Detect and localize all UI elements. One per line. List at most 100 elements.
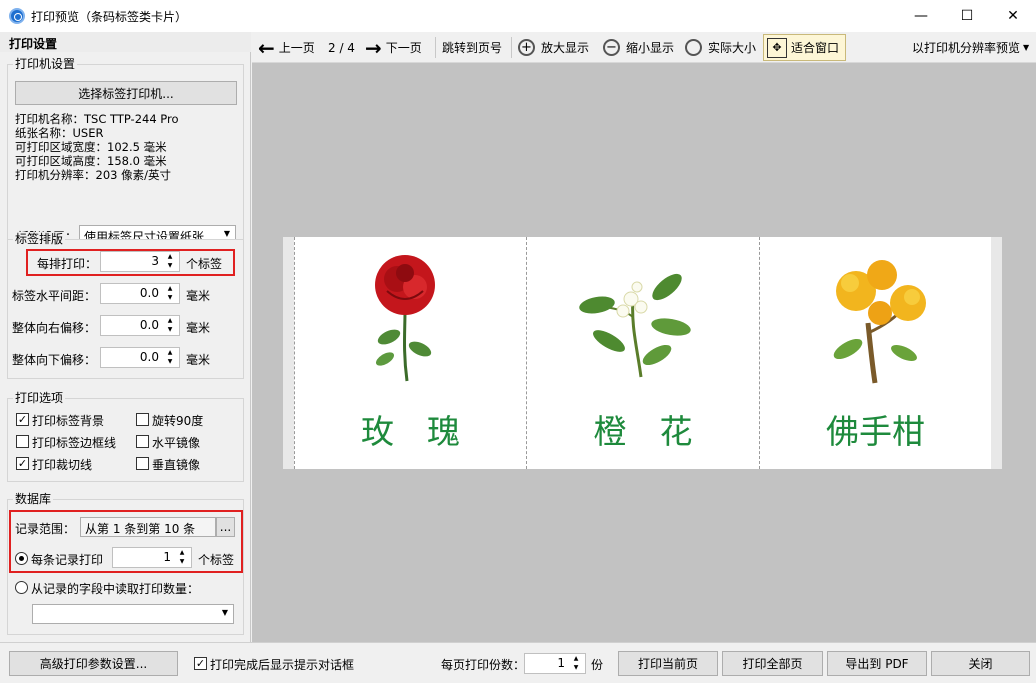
right-offset-label: 整体向右偏移： bbox=[12, 321, 97, 335]
print-cut-checkbox[interactable]: ✓ bbox=[16, 457, 29, 470]
printable-width: 可打印区域宽度：102.5 毫米 bbox=[15, 140, 167, 154]
down-offset-unit: 毫米 bbox=[186, 353, 211, 367]
hgap-value: 0.0 bbox=[139, 286, 159, 300]
print-border-label: 打印标签边框线 bbox=[32, 436, 117, 450]
card-text: 橙 花 bbox=[593, 412, 693, 451]
print-bg-label: 打印标签背景 bbox=[32, 414, 105, 428]
per-row-value: 3 bbox=[151, 254, 159, 268]
range-picker-button[interactable]: ... bbox=[216, 517, 235, 537]
label-card: 佛手柑 bbox=[760, 237, 991, 469]
label-paper: 玫 瑰 橙 花 佛手柑 bbox=[283, 237, 1002, 469]
prev-page-button[interactable]: ← 上一页 bbox=[258, 32, 315, 63]
stepper-arrows-icon[interactable]: ▲ ▼ bbox=[569, 654, 583, 673]
magnifier-icon bbox=[685, 39, 702, 56]
fit-window-button[interactable]: ✥ 适合窗口 bbox=[763, 34, 846, 61]
stepper-arrows-icon[interactable]: ▲ ▼ bbox=[163, 348, 177, 367]
group-title: 标签排版 bbox=[13, 232, 66, 247]
actual-size-button[interactable]: 实际大小 bbox=[685, 32, 756, 63]
paper-name: 纸张名称：USER bbox=[15, 126, 104, 140]
printer-name: 打印机名称：TSC TTP-244 Pro bbox=[15, 112, 179, 126]
stepper-arrows-icon[interactable]: ▲ ▼ bbox=[175, 548, 189, 567]
down-offset-value: 0.0 bbox=[139, 350, 159, 364]
stepper-arrows-icon[interactable]: ▲ ▼ bbox=[163, 316, 177, 335]
advanced-settings-button[interactable]: 高级打印参数设置... bbox=[9, 651, 178, 676]
card-text: 玫 瑰 bbox=[361, 412, 460, 451]
group-title: 数据库 bbox=[13, 492, 54, 507]
panel-header: 打印设置 bbox=[0, 32, 251, 52]
printable-height: 可打印区域高度：158.0 毫米 bbox=[15, 154, 167, 168]
printer-info: 打印机名称：TSC TTP-244 Pro 纸张名称：USER 可打印区域宽度：… bbox=[15, 112, 179, 182]
toolbar-separator bbox=[435, 37, 436, 58]
print-bg-checkbox[interactable]: ✓ bbox=[16, 413, 29, 426]
chevron-down-icon: ▼ bbox=[223, 229, 230, 238]
group-title: 打印机设置 bbox=[13, 57, 78, 72]
maximize-button[interactable]: ☐ bbox=[944, 0, 990, 32]
preview-toolbar: ← 上一页 2 / 4 → 下一页 跳转到页号 + 放大显示 − 缩小显示 实际… bbox=[252, 32, 1036, 63]
minimize-button[interactable]: — bbox=[898, 0, 944, 32]
range-label: 记录范围： bbox=[15, 522, 76, 536]
each-record-value: 1 bbox=[163, 550, 171, 564]
zoom-out-icon: − bbox=[603, 39, 620, 56]
down-offset-stepper[interactable]: 0.0 ▲ ▼ bbox=[100, 347, 180, 368]
zoom-out-button[interactable]: − 缩小显示 bbox=[603, 32, 674, 63]
copies-unit: 份 bbox=[591, 658, 604, 672]
right-offset-value: 0.0 bbox=[139, 318, 159, 332]
card-text: 佛手柑 bbox=[826, 412, 925, 451]
app-icon bbox=[9, 8, 25, 24]
rotate-checkbox[interactable] bbox=[136, 413, 149, 426]
hgap-stepper[interactable]: 0.0 ▲ ▼ bbox=[100, 283, 180, 304]
hmirror-label: 水平镜像 bbox=[152, 436, 201, 450]
chevron-down-icon: ▼ bbox=[1023, 43, 1030, 52]
field-select[interactable]: ▼ bbox=[32, 604, 234, 624]
down-offset-label: 整体向下偏移： bbox=[12, 353, 97, 367]
copies-label: 每页打印份数： bbox=[441, 658, 526, 672]
print-border-checkbox[interactable] bbox=[16, 435, 29, 448]
copies-stepper[interactable]: 1 ▲ ▼ bbox=[524, 653, 586, 674]
close-window-button[interactable]: ✕ bbox=[990, 0, 1036, 32]
per-row-stepper[interactable]: 3 ▲ ▼ bbox=[100, 251, 180, 272]
export-pdf-button[interactable]: 导出到 PDF bbox=[827, 651, 927, 676]
fit-window-icon: ✥ bbox=[767, 37, 787, 58]
show-dialog-label: 打印完成后显示提示对话框 bbox=[210, 658, 355, 672]
arrow-left-icon: ← bbox=[258, 35, 275, 60]
orange-blossom-icon bbox=[579, 273, 691, 378]
field-count-label: 从记录的字段中读取打印数量： bbox=[31, 582, 200, 596]
page-indicator: 2 / 4 bbox=[328, 40, 355, 55]
hgap-label: 标签水平间距： bbox=[12, 289, 97, 303]
group-title: 打印选项 bbox=[13, 391, 66, 406]
preview-mode-dropdown[interactable]: 以打印机分辨率预览 ▼ bbox=[912, 32, 1029, 63]
vmirror-label: 垂直镜像 bbox=[152, 458, 201, 472]
hgap-unit: 毫米 bbox=[186, 289, 211, 303]
print-cut-label: 打印裁切线 bbox=[32, 458, 93, 472]
select-printer-button[interactable]: 选择标签打印机... bbox=[15, 81, 237, 105]
field-count-radio[interactable] bbox=[15, 581, 28, 594]
bottom-bar: 高级打印参数设置... ✓ 打印完成后显示提示对话框 每页打印份数： 1 ▲ ▼ … bbox=[0, 642, 1036, 683]
vmirror-checkbox[interactable] bbox=[136, 457, 149, 470]
copies-value: 1 bbox=[557, 656, 565, 670]
close-button[interactable]: 关闭 bbox=[931, 651, 1030, 676]
each-record-label: 每条记录打印 bbox=[31, 553, 104, 567]
toolbar-separator bbox=[511, 37, 512, 58]
each-record-stepper[interactable]: 1 ▲ ▼ bbox=[112, 547, 192, 568]
rotate-label: 旋转90度 bbox=[152, 414, 204, 428]
chevron-down-icon: ▼ bbox=[221, 608, 228, 617]
zoom-in-button[interactable]: + 放大显示 bbox=[518, 32, 589, 63]
zoom-in-icon: + bbox=[518, 39, 535, 56]
hmirror-checkbox[interactable] bbox=[136, 435, 149, 448]
each-record-unit: 个标签 bbox=[198, 553, 235, 567]
window-title: 打印预览（条码标签类卡片） bbox=[31, 10, 188, 24]
jump-to-page-button[interactable]: 跳转到页号 bbox=[442, 32, 502, 63]
right-offset-stepper[interactable]: 0.0 ▲ ▼ bbox=[100, 315, 180, 336]
next-page-button[interactable]: → 下一页 bbox=[365, 32, 422, 63]
label-card: 玫 瑰 bbox=[295, 237, 526, 469]
stepper-arrows-icon[interactable]: ▲ ▼ bbox=[163, 252, 177, 271]
title-bar: 打印预览（条码标签类卡片） — ☐ ✕ bbox=[0, 0, 1036, 32]
show-dialog-checkbox[interactable]: ✓ bbox=[194, 657, 207, 670]
print-current-button[interactable]: 打印当前页 bbox=[618, 651, 718, 676]
stepper-arrows-icon[interactable]: ▲ ▼ bbox=[163, 284, 177, 303]
each-record-radio[interactable] bbox=[15, 552, 28, 565]
per-row-unit: 个标签 bbox=[186, 257, 223, 271]
print-all-button[interactable]: 打印全部页 bbox=[722, 651, 823, 676]
range-field[interactable]: 从第 1 条到第 10 条 bbox=[80, 517, 216, 537]
printer-resolution: 打印机分辨率：203 像素/英寸 bbox=[15, 168, 171, 182]
